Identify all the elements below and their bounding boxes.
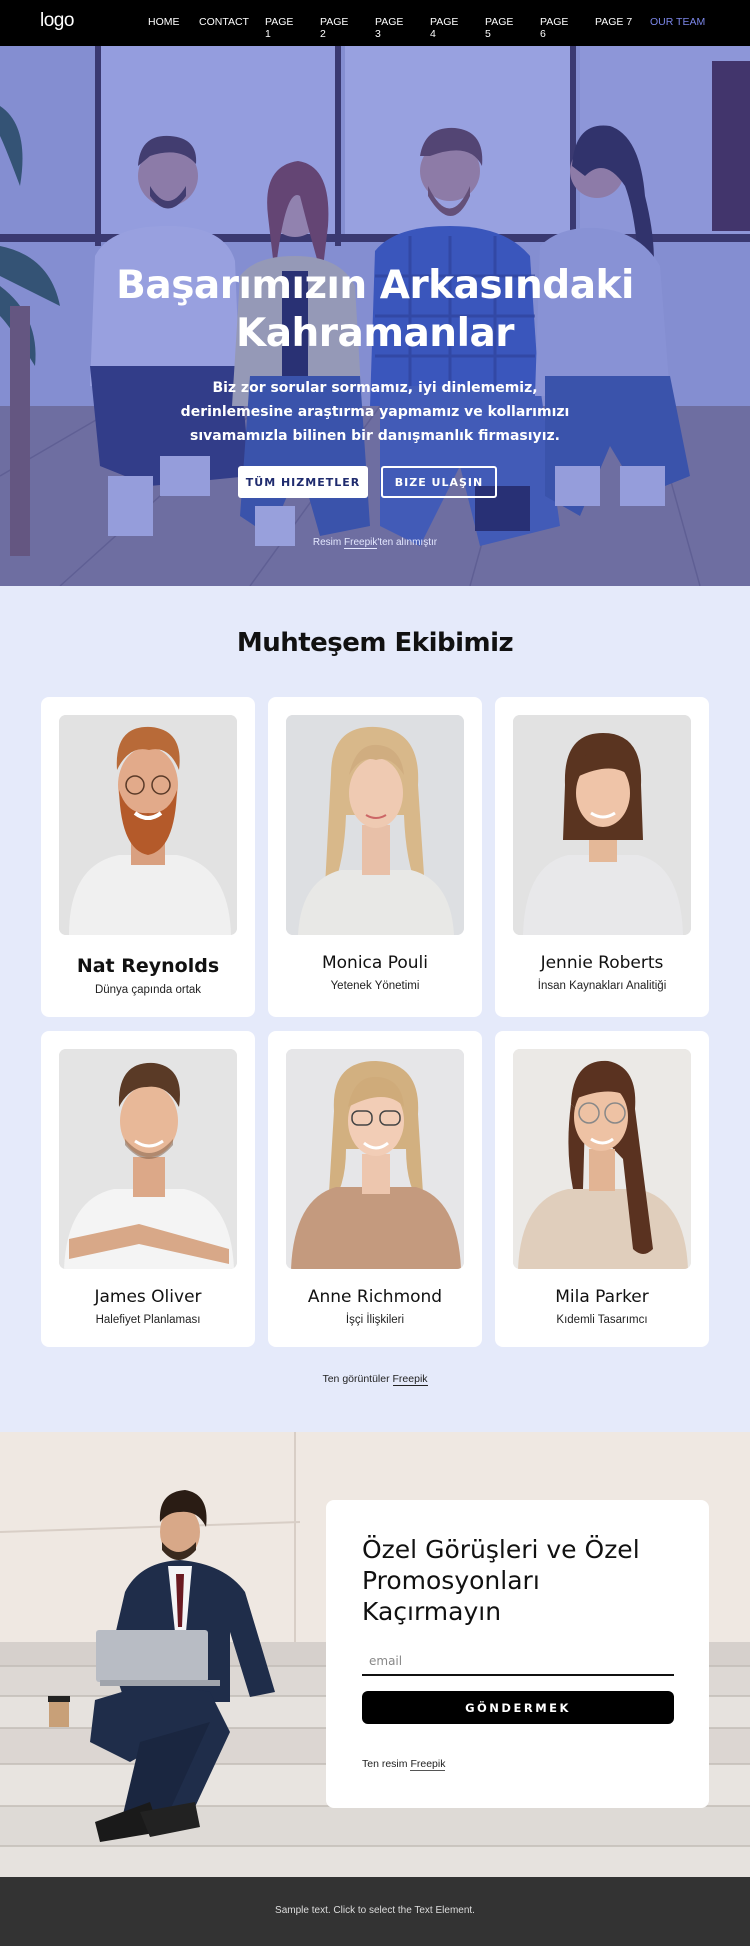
footer-text[interactable]: Sample text. Click to select the Text El…: [0, 1905, 750, 1916]
man-brown-hair-smiling-portrait: [59, 1049, 237, 1269]
team-section-title: Muhteşem Ekibimiz: [236, 628, 514, 658]
hero-title: Başarımızın Arkasındaki Kahramanlar: [0, 262, 750, 358]
hero-title-line-1: Başarımızın Arkasındaki: [116, 263, 634, 308]
team-card: Nat Reynolds Dünya çapında ortak: [41, 697, 255, 1017]
team-member-photo: [286, 1049, 464, 1269]
team-member-name: Monica Pouli: [321, 953, 428, 973]
man-red-beard-glasses-portrait: [59, 715, 237, 935]
hero-image-credit: Resim Freepik'ten alınmıştır: [0, 537, 750, 549]
team-member-photo: [513, 1049, 691, 1269]
nav-item-page-2[interactable]: PAGE 2: [320, 16, 348, 40]
woman-blonde-glasses-portrait: [286, 1049, 464, 1269]
team-credit-prefix: Ten görüntüler: [322, 1373, 393, 1385]
nav-item-our-team[interactable]: OUR TEAM: [650, 16, 705, 28]
team-member-photo: [513, 715, 691, 935]
hero-credit-suffix: 'ten alınmıştır: [377, 537, 438, 548]
nav-item-page-3[interactable]: PAGE 3: [375, 16, 403, 40]
hero-title-line-2: Kahramanlar: [236, 311, 515, 356]
nav-item-contact[interactable]: CONTACT: [199, 16, 249, 28]
team-member-photo: [59, 715, 237, 935]
team-member-role: Halefiyet Planlaması: [95, 1314, 201, 1326]
woman-brunette-glasses-portrait: [513, 1049, 691, 1269]
team-card: James Oliver Halefiyet Planlaması: [41, 1031, 255, 1347]
nav-item-page-7[interactable]: PAGE 7: [595, 16, 632, 28]
team-credit-freepik-link[interactable]: Freepik: [392, 1373, 428, 1386]
team-member-role: Dünya çapında ortak: [94, 984, 202, 996]
subscribe-title: Özel Görüşleri ve Özel Promosyonları Kaç…: [362, 1535, 640, 1626]
hero-credit-freepik-link[interactable]: Freepik: [344, 537, 378, 549]
team-member-role: İşçi İlişkileri: [345, 1314, 405, 1326]
subscribe-card: Özel Görüşleri ve Özel Promosyonları Kaç…: [326, 1500, 709, 1808]
team-card: Mila Parker Kıdemli Tasarımcı: [495, 1031, 709, 1347]
hero-section: Başarımızın Arkasındaki Kahramanlar Biz …: [0, 46, 750, 586]
team-member-name: Anne Richmond: [307, 1287, 443, 1307]
email-input[interactable]: [362, 1648, 674, 1676]
hero-credit-prefix: Resim: [312, 537, 345, 548]
team-member-name: Jennie Roberts: [540, 953, 664, 973]
nav-item-page-5[interactable]: PAGE 5: [485, 16, 513, 40]
contact-us-button[interactable]: BIZE ULAŞIN: [381, 466, 497, 498]
woman-blonde-long-hair-portrait: [286, 715, 464, 935]
nav-item-page-1[interactable]: PAGE 1: [265, 16, 293, 40]
nav-item-page-6[interactable]: PAGE 6: [540, 16, 568, 40]
team-card: Anne Richmond İşçi İlişkileri: [268, 1031, 482, 1347]
subscribe-image-credit: Ten resim Freepik: [362, 1758, 446, 1771]
subscribe-credit-prefix: Ten resim: [362, 1758, 411, 1770]
all-services-button[interactable]: TÜM HIZMETLER: [238, 466, 368, 498]
team-member-photo: [286, 715, 464, 935]
team-member-name: James Oliver: [94, 1287, 202, 1307]
submit-button[interactable]: GÖNDERMEK: [362, 1691, 674, 1724]
team-card: Jennie Roberts İnsan Kaynakları Analitiğ…: [495, 697, 709, 1017]
team-member-role: Kıdemli Tasarımcı: [556, 1314, 648, 1326]
team-member-role: İnsan Kaynakları Analitiği: [537, 980, 667, 992]
team-member-role: Yetenek Yönetimi: [330, 980, 420, 992]
team-member-name: Mila Parker: [555, 1287, 649, 1307]
team-card: Monica Pouli Yetenek Yönetimi: [268, 697, 482, 1017]
team-member-name: Nat Reynolds: [76, 955, 220, 977]
team-member-photo: [59, 1049, 237, 1269]
nav-item-home[interactable]: HOME: [148, 16, 180, 28]
nav-item-page-4[interactable]: PAGE 4: [430, 16, 458, 40]
woman-brown-bob-portrait: [513, 715, 691, 935]
team-image-credit: Ten görüntüler Freepik: [0, 1373, 750, 1386]
top-navigation: logo HOME CONTACT PAGE 1 PAGE 2 PAGE 3 P…: [0, 0, 750, 46]
logo[interactable]: logo: [40, 10, 74, 32]
footer: Sample text. Click to select the Text El…: [0, 1877, 750, 1946]
subscribe-credit-freepik-link[interactable]: Freepik: [410, 1758, 446, 1771]
subscribe-section: Özel Görüşleri ve Özel Promosyonları Kaç…: [0, 1432, 750, 1877]
hero-description: Biz zor sorular sormamız, iyi dinlememiz…: [180, 380, 570, 444]
